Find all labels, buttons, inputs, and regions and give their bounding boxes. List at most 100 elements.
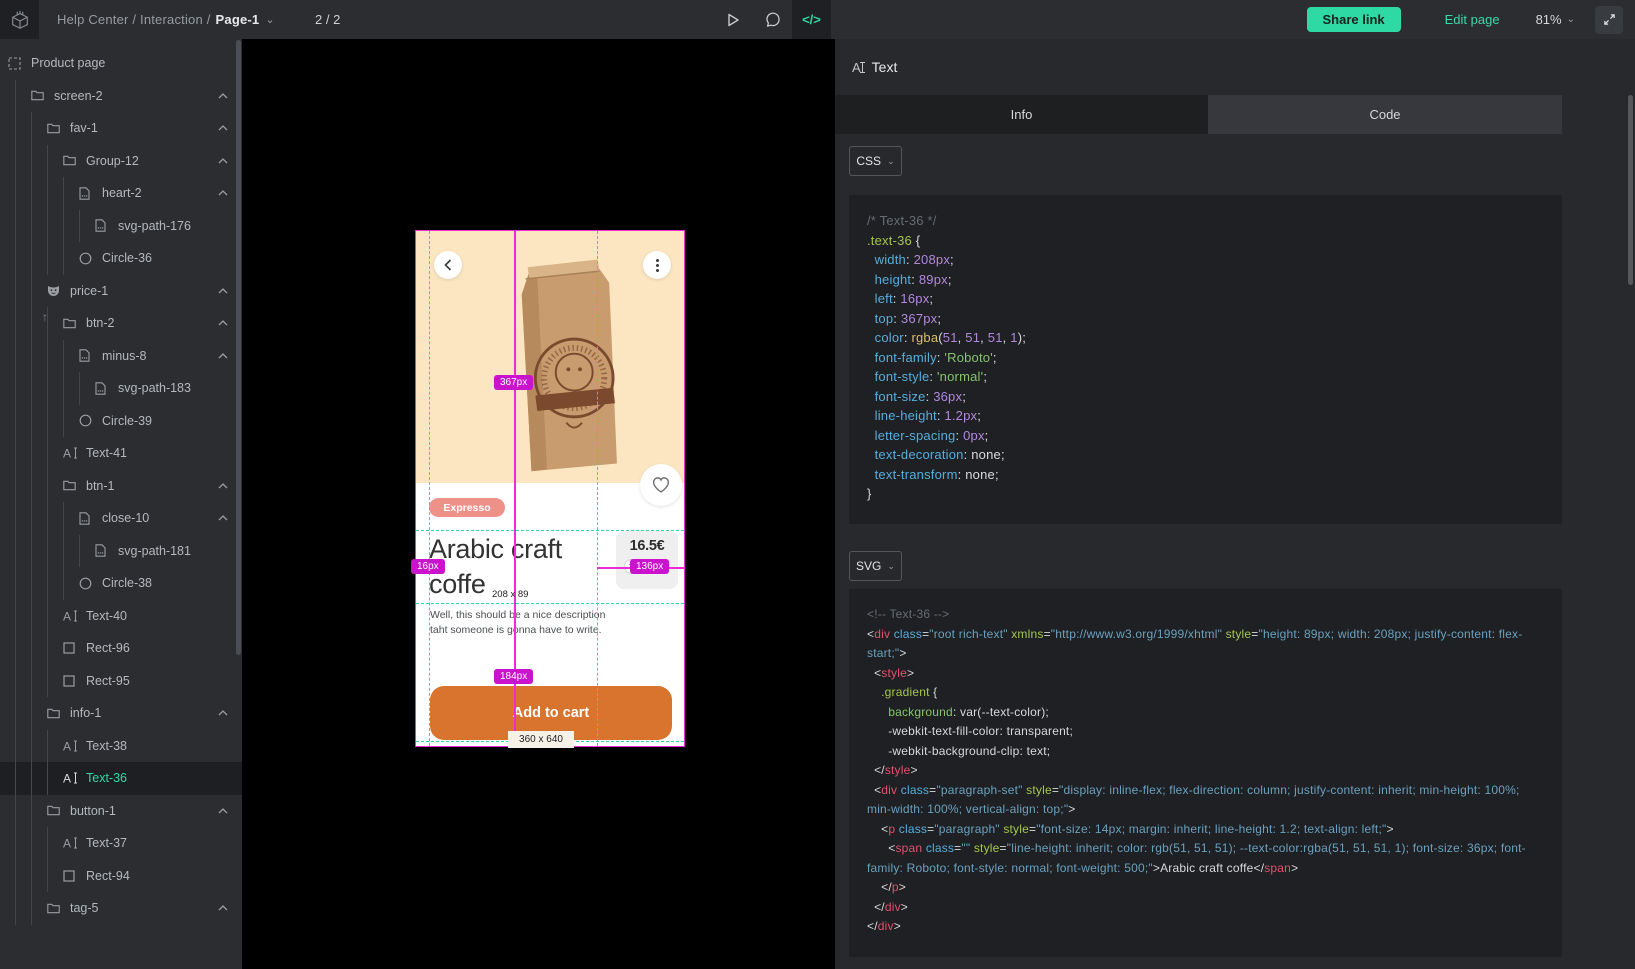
fullscreen-button[interactable] <box>1595 6 1623 34</box>
app-logo[interactable] <box>0 0 39 39</box>
panel-scrollbar[interactable] <box>1628 95 1633 285</box>
left-margin-guide <box>429 231 430 746</box>
chevron-up-icon[interactable] <box>218 483 228 489</box>
chevron-up-icon[interactable] <box>218 320 228 326</box>
tree-indent-line <box>31 470 47 503</box>
layer-row-btn-1[interactable]: btn-1 <box>0 470 242 503</box>
chevron-down-icon[interactable]: ⌄ <box>265 13 274 26</box>
svg-language-dropdown[interactable]: SVG ⌄ <box>849 551 902 581</box>
tree-indent-line <box>15 275 31 308</box>
back-button[interactable] <box>434 251 462 279</box>
layer-row-info-1[interactable]: info-1 <box>0 697 242 730</box>
favorite-button[interactable] <box>640 464 682 506</box>
tree-indent-line <box>15 860 31 893</box>
layer-row-button-1[interactable]: button-1 <box>0 795 242 828</box>
layer-row-fav-1[interactable]: fav-1 <box>0 112 242 145</box>
layer-row-Rect-95[interactable]: Rect-95 <box>0 665 242 698</box>
play-icon <box>727 13 740 27</box>
chevron-up-icon[interactable] <box>218 190 228 196</box>
chevron-up-icon[interactable] <box>218 905 228 911</box>
layer-row-Text-41[interactable]: AText-41 <box>0 437 242 470</box>
code-mode-button[interactable]: </> <box>792 0 831 39</box>
layer-row-screen-2[interactable]: screen-2 <box>0 80 242 113</box>
layer-row-svg-path-181[interactable]: svg-path-181 <box>0 535 242 568</box>
layer-row-Product page[interactable]: Product page <box>0 47 242 80</box>
layer-row-Group-12[interactable]: Group-12 <box>0 145 242 178</box>
chevron-up-icon[interactable] <box>218 710 228 716</box>
tab-code[interactable]: Code <box>1208 95 1562 134</box>
tree-indent-line <box>15 340 31 373</box>
code-line: </style> <box>867 761 1544 781</box>
css-language-dropdown[interactable]: CSS ⌄ <box>849 146 902 176</box>
layer-row-Rect-94[interactable]: Rect-94 <box>0 860 242 893</box>
svg-text:A: A <box>63 772 71 784</box>
code-line: color: rgba(51, 51, 51, 1); <box>867 328 1544 348</box>
layer-row-Rect-96[interactable]: Rect-96 <box>0 632 242 665</box>
layer-row-close-10[interactable]: close-10 <box>0 502 242 535</box>
zoom-control[interactable]: 81% ⌄ <box>1536 12 1575 27</box>
layer-row-Text-36[interactable]: AText-36 <box>0 762 242 795</box>
code-line: <!-- Text-36 --> <box>867 605 1544 625</box>
chevron-down-icon: ⌄ <box>887 561 895 572</box>
layer-label: Text-40 <box>86 609 127 623</box>
layers-scrollbar[interactable] <box>236 40 241 655</box>
product-tag[interactable]: Expresso <box>429 498 505 517</box>
layer-row-Circle-39[interactable]: Circle-39 <box>0 405 242 438</box>
tab-info[interactable]: Info <box>835 95 1208 134</box>
css-code-block[interactable]: /* Text-36 */.text-36 { width: 208px; he… <box>849 195 1562 524</box>
code-line: width: 208px; <box>867 250 1544 270</box>
rect-icon <box>63 675 79 687</box>
chevron-up-icon[interactable] <box>218 808 228 814</box>
layer-row-Circle-38[interactable]: Circle-38 <box>0 567 242 600</box>
chevron-up-icon[interactable] <box>218 93 228 99</box>
chevron-up-icon[interactable] <box>218 353 228 359</box>
tree-indent-line <box>47 502 63 535</box>
tree-indent-line <box>15 567 31 600</box>
tree-indent-line <box>47 210 63 243</box>
layer-row-btn-2[interactable]: btn-2 <box>0 307 242 340</box>
breadcrumb[interactable]: Help Center / Interaction / Page-1 ⌄ <box>57 0 275 39</box>
code-line: left: 16px; <box>867 289 1544 309</box>
chevron-up-icon[interactable] <box>218 288 228 294</box>
layer-row-heart-2[interactable]: heart-2 <box>0 177 242 210</box>
chevron-down-icon: ⌄ <box>887 156 895 167</box>
tree-indent-line <box>79 210 95 243</box>
layer-row-Text-38[interactable]: AText-38 <box>0 730 242 763</box>
folder-icon <box>47 123 63 134</box>
chevron-up-icon[interactable] <box>218 125 228 131</box>
design-canvas[interactable]: Expresso Arabic craft coffe 16.5€ − 2 + … <box>242 39 835 969</box>
logo-box-icon <box>9 9 31 31</box>
coffee-bag-image <box>479 241 649 481</box>
chevron-down-icon: ⌄ <box>1567 14 1575 25</box>
svg-code-block[interactable]: <!-- Text-36 --><div class="root rich-te… <box>849 589 1562 957</box>
code-line: } <box>867 484 1544 504</box>
layer-row-svg-path-183[interactable]: svg-path-183 <box>0 372 242 405</box>
chevron-up-icon[interactable] <box>218 515 228 521</box>
layer-row-svg-path-176[interactable]: svg-path-176 <box>0 210 242 243</box>
comment-button[interactable] <box>753 0 792 39</box>
layer-row-Text-37[interactable]: AText-37 <box>0 827 242 860</box>
tree-indent-line <box>31 405 47 438</box>
more-options-button[interactable] <box>643 251 671 279</box>
layer-label: Product page <box>31 56 105 70</box>
layer-row-Circle-36[interactable]: Circle-36 <box>0 242 242 275</box>
layer-row-price-1[interactable]: price-1 <box>0 275 242 308</box>
code-line: <p class="paragraph" style="font-size: 1… <box>867 820 1544 840</box>
layer-label: tag-5 <box>70 901 99 915</box>
product-screen-preview[interactable]: Expresso Arabic craft coffe 16.5€ − 2 + … <box>415 230 685 747</box>
code-line: .gradient { <box>867 683 1544 703</box>
folder-icon <box>47 805 63 816</box>
share-link-button[interactable]: Share link <box>1307 7 1401 32</box>
breadcrumb-current-page[interactable]: Page-1 <box>216 12 260 27</box>
tree-indent-line <box>47 535 63 568</box>
edit-page-link[interactable]: Edit page <box>1445 12 1500 27</box>
tree-indent-line <box>31 730 47 763</box>
layer-row-minus-8[interactable]: minus-8 <box>0 340 242 373</box>
tree-indent-line <box>47 470 63 503</box>
layer-row-Text-40[interactable]: AText-40 <box>0 600 242 633</box>
tree-indent-line <box>15 112 31 145</box>
chevron-up-icon[interactable] <box>218 158 228 164</box>
tree-indent-line <box>47 827 63 860</box>
layer-row-tag-5[interactable]: tag-5 <box>0 892 242 925</box>
play-button[interactable] <box>714 0 753 39</box>
